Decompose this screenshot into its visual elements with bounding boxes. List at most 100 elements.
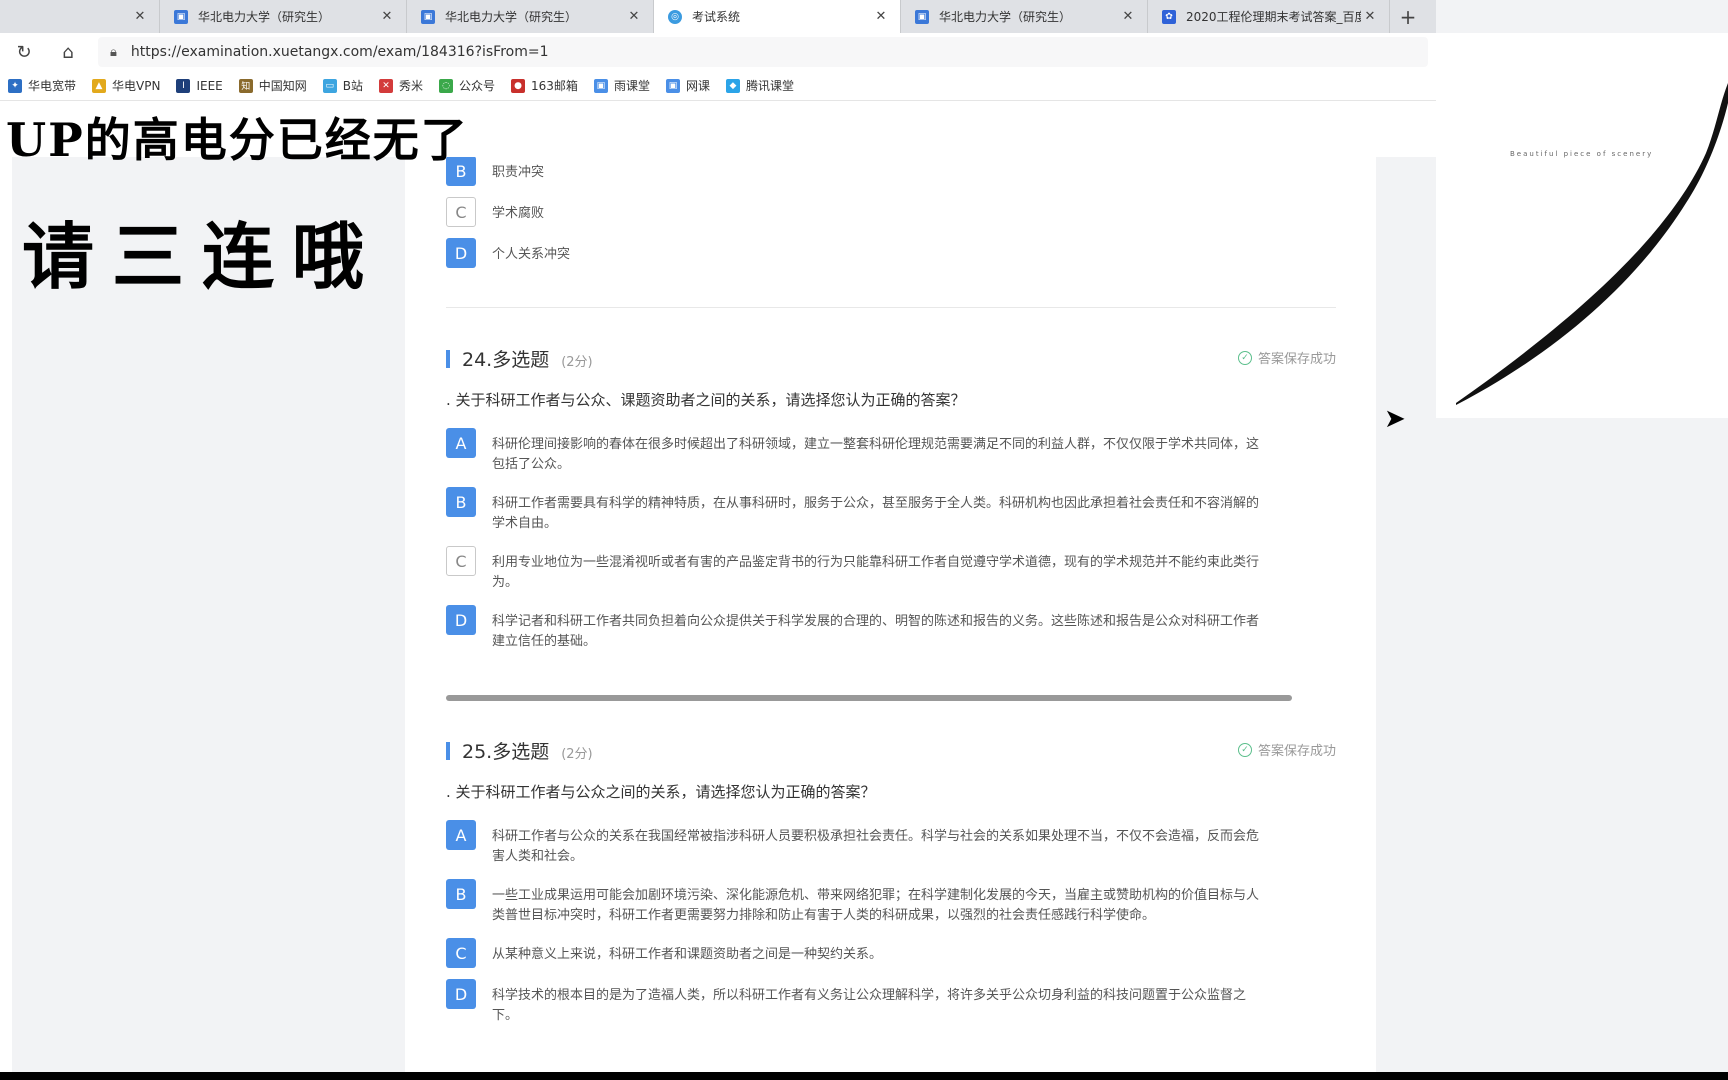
check-circle-icon: ✓ <box>1237 350 1252 365</box>
option-letter: B <box>446 879 476 909</box>
option-letter: D <box>446 979 476 1009</box>
option-line: 科研工作者与公众的关系在我国经常被指涉科研人员要积极承担社会责任。科学与社会的关… <box>492 829 1260 844</box>
option-text: 学术腐败 <box>492 206 545 221</box>
option-letter: D <box>446 605 476 635</box>
decorative-panel <box>1436 33 1728 418</box>
tab-4[interactable]: ▣ 华北电力大学（研究生） ✕ <box>901 0 1148 33</box>
option-line: 从某种意义上来说，科研工作者和课题资助者之间是一种契约关系。 <box>492 947 883 962</box>
vpn-lock-icon: ▲ <box>92 78 107 93</box>
tab-2[interactable]: ▣ 华北电力大学（研究生） ✕ <box>407 0 654 33</box>
home-icon[interactable]: ⌂ <box>46 42 90 63</box>
horizontal-scrollbar[interactable] <box>446 695 1336 703</box>
q24-option-c[interactable]: C 利用专业地位为一些混淆视听或者有害的产品鉴定背书的行为只能靠科研工作者自觉遵… <box>446 546 1336 593</box>
option-line: 一些工业成果运用可能会加剧环境污染、深化能源危机、带来网络犯罪；在科学建制化发展… <box>492 888 1260 903</box>
book-icon: ▣ <box>421 9 435 24</box>
option-text: 职责冲突 <box>492 165 545 180</box>
q25-option-d[interactable]: D 科学技术的根本目的是为了造福人类，所以科研工作者有义务让公众理解科学，将许多… <box>446 979 1336 1026</box>
close-tab-icon[interactable]: ✕ <box>131 9 149 24</box>
option-letter: A <box>446 428 476 458</box>
q25-option-b[interactable]: B 一些工业成果运用可能会加剧环境污染、深化能源危机、带来网络犯罪；在科学建制化… <box>446 879 1336 926</box>
question-text: . 关于科研工作者与公众、课题资助者之间的关系，请选择您认为正确的答案？ <box>446 391 966 409</box>
option-letter: C <box>446 938 476 968</box>
option-line: 利用专业地位为一些混淆视听或者有害的产品鉴定背书的行为只能靠科研工作者自觉遵守学… <box>492 555 1260 570</box>
tab-0[interactable]: ✕ <box>0 0 160 33</box>
bookmark-label: 公众号 <box>459 79 496 93</box>
bookmark-item[interactable]: ◌ 公众号 <box>439 77 495 94</box>
option-line: 为。 <box>492 575 519 590</box>
bookmark-label: 雨课堂 <box>613 79 650 93</box>
brush-stroke-icon <box>1456 83 1728 405</box>
q24-header: 24.多选题 (2分) <box>446 345 593 372</box>
option-line: 害人类和社会。 <box>492 849 584 864</box>
bookmark-label: 华电VPN <box>112 79 161 93</box>
book-icon: ▣ <box>665 78 680 93</box>
close-tab-icon[interactable]: ✕ <box>872 9 890 24</box>
bookmark-item[interactable]: ◆ 腾讯课堂 <box>725 77 794 94</box>
option-letter: C <box>446 546 476 576</box>
q23-option-d[interactable]: D 个人关系冲突 <box>446 238 1336 268</box>
new-tab-button[interactable]: + <box>1390 0 1426 33</box>
close-tab-icon[interactable]: ✕ <box>378 9 396 24</box>
scrollbar-thumb[interactable] <box>446 695 1292 701</box>
deco-caption: Beautiful piece of scenery <box>1510 150 1654 158</box>
close-tab-icon[interactable]: ✕ <box>1119 9 1137 24</box>
q25-header: 25.多选题 (2分) <box>446 737 593 764</box>
option-line: 科研伦理间接影响的春体在很多时候超出了科研领域，建立一整套科研伦理规范需要满足不… <box>492 437 1260 452</box>
tab-title: 考试系统 <box>692 10 741 24</box>
close-tab-icon[interactable]: ✕ <box>625 9 643 24</box>
close-tab-icon[interactable]: ✕ <box>1361 9 1379 24</box>
book-icon: ▣ <box>915 9 929 24</box>
bookmark-item[interactable]: 知中国知网 <box>238 77 307 94</box>
q24-option-a[interactable]: A 科研伦理间接影响的春体在很多时候超出了科研领域，建立一整套科研伦理规范需要满… <box>446 428 1336 475</box>
bookmark-label: 163邮箱 <box>531 79 578 93</box>
left-page-strip <box>0 157 12 1080</box>
option-line: 科学记者和科研工作者共同负担着向公众提供关于科学发展的合理的、明智的陈述和报告的… <box>492 614 1260 629</box>
option-line: 类普世目标冲突时，科研工作者更需要努力排除和防止有害于人类的科研成果，以强烈的社… <box>492 908 1156 923</box>
option-line: 包括了公众。 <box>492 457 571 472</box>
tab-5[interactable]: ✿ 2020工程伦理期末考试答案_百度 ✕ <box>1148 0 1390 33</box>
book-icon: ▣ <box>593 78 608 93</box>
question-score: (2分) <box>561 747 593 762</box>
save-status-text: 答案保存成功 <box>1257 744 1336 759</box>
bookmark-label: B站 <box>342 79 363 93</box>
mail-icon: ● <box>511 78 526 93</box>
bookmark-item[interactable]: ✦ 华电宽带 <box>8 77 76 94</box>
check-circle-icon: ✓ <box>1237 742 1252 757</box>
option-text: 从某种意义上来说，科研工作者和课题资助者之间是一种契约关系。 <box>492 938 1336 968</box>
q24-option-d[interactable]: D 科学记者和科研工作者共同负担着向公众提供关于科学发展的合理的、明智的陈述和报… <box>446 605 1336 652</box>
cnki-icon: 知 <box>238 78 253 93</box>
baidu-paw-icon: ✿ <box>1162 9 1176 24</box>
address-bar[interactable]: 🔒︎ https://examination.xuetangx.com/exam… <box>98 37 1428 67</box>
bookmark-label: IEEE <box>196 78 223 93</box>
tencent-class-icon: ◆ <box>725 78 740 93</box>
navigation-bar: ↻ ⌂ 🔒︎ https://examination.xuetangx.com/… <box>0 33 1436 71</box>
book-icon: ▣ <box>174 9 188 24</box>
bookmark-item[interactable]: ▭ B站 <box>322 77 363 94</box>
lock-icon: 🔒︎ <box>110 44 117 60</box>
bookmark-item[interactable]: ▣ 雨课堂 <box>593 77 650 94</box>
q23-option-c[interactable]: C 学术腐败 <box>446 197 1336 227</box>
overlay-caption-1: UP的高电分已经无了 <box>6 113 469 167</box>
q25-option-c[interactable]: C 从某种意义上来说，科研工作者和课题资助者之间是一种契约关系。 <box>446 938 1336 968</box>
bookmarks-bar: ✦ 华电宽带 ▲ 华电VPN I IEEE 知中国知网 ▭ B站 ✕ 秀米 ◌ 公众号 ● 1… <box>0 71 1436 101</box>
option-text: 科研工作者需要具有科学的精神特质，在从事科研时，服务于公众，甚至服务于全人类。科… <box>492 487 1336 534</box>
option-text: 科研伦理间接影响的春体在很多时候超出了科研领域，建立一整套科研伦理规范需要满足不… <box>492 428 1336 475</box>
tab-1[interactable]: ▣ 华北电力大学（研究生） ✕ <box>160 0 407 33</box>
bookmark-item[interactable]: ▲ 华电VPN <box>92 77 160 94</box>
refresh-icon[interactable]: ↻ <box>2 42 46 63</box>
bookmark-item[interactable]: ✕ 秀米 <box>379 77 423 94</box>
save-status: ✓ 答案保存成功 <box>1237 348 1336 367</box>
bookmark-item[interactable]: I IEEE <box>176 78 223 93</box>
bookmark-item[interactable]: ▣ 网课 <box>665 77 710 94</box>
ieee-icon: I <box>176 78 191 93</box>
q24-option-b[interactable]: B 科研工作者需要具有科学的精神特质，在从事科研时，服务于公众，甚至服务于全人类… <box>446 487 1336 534</box>
bookmark-item[interactable]: ● 163邮箱 <box>511 77 578 94</box>
title-accent-bar <box>446 349 450 368</box>
q23-option-b[interactable]: B 职责冲突 <box>446 156 1336 186</box>
exam-icon: ◎ <box>668 9 682 24</box>
q25-option-a[interactable]: A 科研工作者与公众的关系在我国经常被指涉科研人员要积极承担社会责任。科学与社会… <box>446 820 1336 867</box>
option-letter: C <box>446 197 476 227</box>
tab-3-active[interactable]: ◎ 考试系统 ✕ <box>654 0 901 33</box>
option-text: 一些工业成果运用可能会加剧环境污染、深化能源危机、带来网络犯罪；在科学建制化发展… <box>492 879 1336 926</box>
question-divider <box>446 307 1336 308</box>
